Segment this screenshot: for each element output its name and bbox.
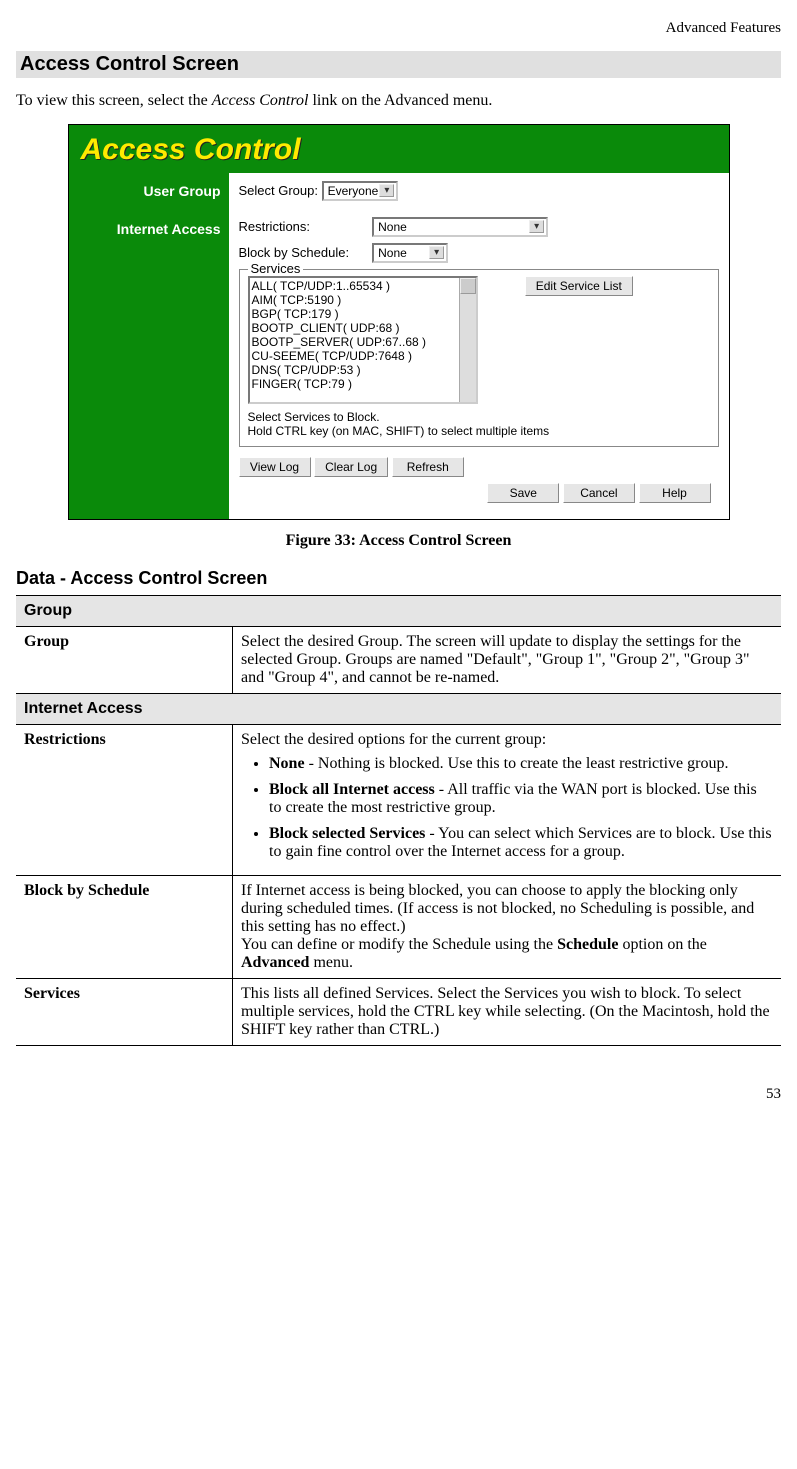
- access-control-screenshot: Access Control User Group Internet Acces…: [68, 124, 730, 520]
- intro-link-name: Access Control: [212, 92, 309, 109]
- intro-pre: To view this screen, select the: [16, 92, 212, 109]
- select-group-dropdown[interactable]: Everyone: [322, 181, 399, 201]
- restrictions-option: None - Nothing is blocked. Use this to c…: [269, 755, 773, 773]
- services-legend: Services: [248, 261, 304, 276]
- list-item[interactable]: ALL( TCP/UDP:1..65534 ): [252, 279, 474, 293]
- block-schedule-dropdown[interactable]: None: [372, 243, 448, 263]
- edit-service-list-button[interactable]: Edit Service List: [525, 276, 633, 296]
- row-block-schedule-desc: If Internet access is being blocked, you…: [233, 876, 782, 979]
- option-text: - Nothing is blocked. Use this to create…: [305, 755, 729, 772]
- row-services-desc: This lists all defined Services. Select …: [233, 979, 782, 1046]
- row-group-desc: Select the desired Group. The screen wil…: [233, 627, 782, 694]
- screenshot-titlebar: Access Control: [69, 125, 729, 173]
- page-header-breadcrumb: Advanced Features: [16, 20, 781, 37]
- restrictions-dropdown[interactable]: None: [372, 217, 548, 237]
- view-log-button[interactable]: View Log: [239, 457, 311, 477]
- intro-text: To view this screen, select the Access C…: [16, 92, 781, 110]
- list-item[interactable]: FINGER( TCP:79 ): [252, 377, 474, 391]
- restrictions-option: Block all Internet access - All traffic …: [269, 781, 773, 817]
- list-item[interactable]: CU-SEEME( TCP/UDP:7648 ): [252, 349, 474, 363]
- scrollbar[interactable]: [459, 278, 476, 402]
- row-restrictions-label: Restrictions: [16, 725, 233, 876]
- list-item[interactable]: BGP( TCP:179 ): [252, 307, 474, 321]
- screenshot-sidebar: User Group Internet Access: [69, 173, 229, 519]
- cancel-button[interactable]: Cancel: [563, 483, 635, 503]
- block-bold-advanced: Advanced: [241, 954, 309, 971]
- save-button[interactable]: Save: [487, 483, 559, 503]
- list-item[interactable]: BOOTP_SERVER( UDP:67..68 ): [252, 335, 474, 349]
- row-group-label: Group: [16, 627, 233, 694]
- block-text-2b: option on the: [618, 936, 706, 953]
- services-hint-2: Hold CTRL key (on MAC, SHIFT) to select …: [248, 424, 710, 438]
- row-services-label: Services: [16, 979, 233, 1046]
- sidebar-internet-access: Internet Access: [73, 221, 221, 237]
- block-text-2c: menu.: [309, 954, 353, 971]
- sidebar-user-group: User Group: [73, 183, 221, 199]
- table-section-internet: Internet Access: [16, 694, 781, 725]
- block-text-2a: You can define or modify the Schedule us…: [241, 936, 557, 953]
- block-text-1: If Internet access is being blocked, you…: [241, 882, 754, 935]
- data-table: Group Group Select the desired Group. Th…: [16, 595, 781, 1046]
- table-section-group: Group: [16, 596, 781, 627]
- list-item[interactable]: AIM( TCP:5190 ): [252, 293, 474, 307]
- screenshot-title: Access Control: [81, 133, 301, 166]
- page-number: 53: [16, 1086, 781, 1103]
- block-bold-schedule: Schedule: [557, 936, 618, 953]
- list-item[interactable]: BOOTP_CLIENT( UDP:68 ): [252, 321, 474, 335]
- help-button[interactable]: Help: [639, 483, 711, 503]
- restrictions-intro: Select the desired options for the curre…: [241, 731, 546, 748]
- row-restrictions-desc: Select the desired options for the curre…: [233, 725, 782, 876]
- services-listbox[interactable]: ALL( TCP/UDP:1..65534 ) AIM( TCP:5190 ) …: [248, 276, 478, 404]
- data-section-heading: Data - Access Control Screen: [16, 568, 781, 589]
- restrictions-label: Restrictions:: [239, 219, 369, 234]
- option-name: Block all Internet access: [269, 781, 435, 798]
- restrictions-option: Block selected Services - You can select…: [269, 825, 773, 861]
- figure-caption: Figure 33: Access Control Screen: [16, 532, 781, 550]
- option-name: Block selected Services: [269, 825, 425, 842]
- row-block-schedule-label: Block by Schedule: [16, 876, 233, 979]
- option-name: None: [269, 755, 305, 772]
- services-hint-1: Select Services to Block.: [248, 410, 710, 424]
- list-item[interactable]: DNS( TCP/UDP:53 ): [252, 363, 474, 377]
- clear-log-button[interactable]: Clear Log: [314, 457, 388, 477]
- refresh-button[interactable]: Refresh: [392, 457, 464, 477]
- block-schedule-label: Block by Schedule:: [239, 245, 369, 260]
- section-title: Access Control Screen: [16, 51, 781, 78]
- intro-post: link on the Advanced menu.: [308, 92, 492, 109]
- services-fieldset: Services ALL( TCP/UDP:1..65534 ) AIM( TC…: [239, 269, 719, 447]
- select-group-label: Select Group:: [239, 183, 319, 198]
